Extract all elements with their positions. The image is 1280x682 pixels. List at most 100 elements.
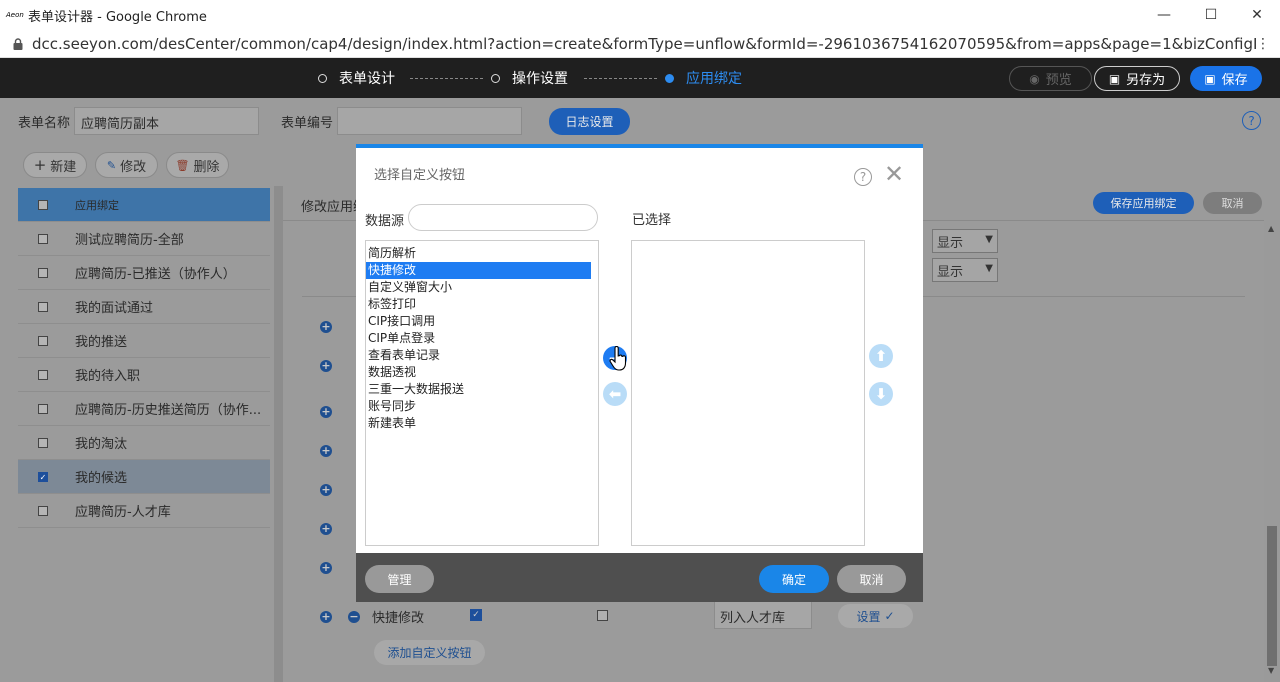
save-as-button[interactable]: ▣ 另存为 <box>1094 66 1180 91</box>
list-item[interactable]: 三重一大数据报送 <box>366 381 591 398</box>
window-title: 表单设计器 - Google Chrome <box>28 9 207 25</box>
edit-button[interactable]: ✎ 修改 <box>95 152 158 178</box>
item-label: 我的候选 <box>75 471 128 486</box>
list-item[interactable]: 标签打印 <box>366 296 591 313</box>
arrow-up-icon: ⬆ <box>874 347 888 365</box>
help-icon[interactable]: ? <box>1242 111 1261 130</box>
list-item[interactable]: 应聘简历-历史推送简历（协作... <box>18 392 270 426</box>
new-button[interactable]: + 新建 <box>23 152 87 178</box>
item-checkbox[interactable] <box>38 369 48 380</box>
step-form-design[interactable]: 表单设计 <box>318 58 395 98</box>
remove-row-icon[interactable]: − <box>348 611 360 623</box>
move-down-button[interactable]: ⬇ <box>869 382 893 406</box>
list-item[interactable]: 查看表单记录 <box>366 347 591 364</box>
row-text-input[interactable]: 列入人才库 <box>714 601 812 629</box>
item-checkbox[interactable] <box>38 437 48 448</box>
cancel-button[interactable]: 取消 <box>837 565 906 593</box>
step-dot-icon <box>665 73 674 83</box>
list-item[interactable]: 账号同步 <box>366 398 591 415</box>
item-label: 我的推送 <box>75 335 128 350</box>
item-checkbox[interactable] <box>38 301 48 312</box>
add-row-icon[interactable]: + <box>320 445 332 457</box>
list-item[interactable]: 我的待入职 <box>18 358 270 392</box>
form-name-input[interactable]: 应聘简历副本 <box>74 107 259 135</box>
maximize-button[interactable]: ☐ <box>1188 0 1234 30</box>
row-checkbox-checked[interactable]: ✓ <box>470 609 482 621</box>
cancel-binding-button[interactable]: 取消 <box>1203 192 1262 214</box>
list-item[interactable]: 应聘简历-人才库 <box>18 494 270 528</box>
list-item[interactable]: 新建表单 <box>366 415 591 432</box>
list-item[interactable]: 自定义弹窗大小 <box>366 279 591 296</box>
row-settings-button[interactable]: 设置 ✓ <box>838 604 913 628</box>
add-row-icon[interactable]: + <box>320 406 332 418</box>
list-item[interactable]: 测试应聘简历-全部 <box>18 222 270 256</box>
scroll-up-icon[interactable]: ▲ <box>1268 224 1274 233</box>
source-list[interactable]: 简历解析 快捷修改 自定义弹窗大小 标签打印 CIP接口调用 CIP单点登录 查… <box>365 240 599 546</box>
item-label: 应聘简历-已推送（协作人） <box>75 267 236 282</box>
add-row-icon[interactable]: + <box>320 360 332 372</box>
add-custom-button[interactable]: 添加自定义按钮 <box>374 640 485 665</box>
display-select-1[interactable]: 显示 ▼ <box>932 229 998 253</box>
list-item[interactable]: 简历解析 <box>366 245 591 262</box>
save-binding-button[interactable]: 保存应用绑定 <box>1093 192 1194 214</box>
chevron-down-icon: ▼ <box>985 263 993 274</box>
list-item[interactable]: CIP单点登录 <box>366 330 591 347</box>
list-item[interactable]: 数据透视 <box>366 364 591 381</box>
page-scrollbar[interactable]: ▲ ▼ <box>1264 220 1280 682</box>
step-divider <box>410 78 483 79</box>
source-label: 数据源 <box>365 214 405 229</box>
select-all-checkbox[interactable] <box>38 199 48 210</box>
list-item[interactable]: CIP接口调用 <box>366 313 591 330</box>
chevron-down-icon: ▼ <box>985 234 993 245</box>
minimize-button[interactable]: — <box>1141 0 1187 30</box>
dialog-footer: 管理 确定 取消 <box>356 553 923 602</box>
item-label: 应聘简历-人才库 <box>75 505 171 520</box>
select-value: 显示 <box>937 235 964 251</box>
address-bar[interactable]: dcc.seeyon.com/desCenter/common/cap4/des… <box>0 30 1280 58</box>
preview-button[interactable]: ◉ 预览 <box>1009 66 1092 91</box>
scroll-down-icon[interactable]: ▼ <box>1268 666 1274 675</box>
list-item[interactable]: 我的面试通过 <box>18 290 270 324</box>
form-code-input[interactable] <box>337 107 522 135</box>
close-window-button[interactable]: ✕ <box>1234 0 1280 30</box>
scroll-thumb[interactable] <box>1267 526 1277 666</box>
display-select-2[interactable]: 显示 ▼ <box>932 258 998 282</box>
more-menu-icon[interactable]: ⋮ <box>1256 36 1270 52</box>
selected-label: 已选择 <box>632 213 672 228</box>
item-checkbox[interactable] <box>38 505 48 516</box>
delete-button[interactable]: 🗑 删除 <box>166 152 229 178</box>
manage-button[interactable]: 管理 <box>365 565 434 593</box>
log-settings-button[interactable]: 日志设置 <box>549 108 630 135</box>
item-checkbox[interactable] <box>38 233 48 244</box>
add-row-icon[interactable]: + <box>320 562 332 574</box>
step-app-binding[interactable]: 应用绑定 <box>665 58 742 98</box>
save-as-icon: ▣ <box>1108 71 1121 86</box>
settings-label: 设置 <box>856 609 881 624</box>
search-input[interactable] <box>408 204 598 231</box>
add-row-icon[interactable]: + <box>320 484 332 496</box>
list-item[interactable]: 我的淘汰 <box>18 426 270 460</box>
item-checkbox[interactable] <box>38 335 48 346</box>
arrow-down-icon: ⬇ <box>874 385 888 403</box>
item-checkbox[interactable] <box>38 267 48 278</box>
list-item[interactable]: 应聘简历-已推送（协作人） <box>18 256 270 290</box>
row-checkbox[interactable] <box>597 610 608 621</box>
move-left-button[interactable]: ⬅ <box>603 382 627 406</box>
confirm-button[interactable]: 确定 <box>759 565 829 593</box>
add-row-icon[interactable]: + <box>320 523 332 535</box>
save-button[interactable]: ▣ 保存 <box>1190 66 1262 91</box>
move-up-button[interactable]: ⬆ <box>869 344 893 368</box>
list-item[interactable]: 我的推送 <box>18 324 270 358</box>
add-row-icon[interactable]: + <box>320 611 332 623</box>
add-row-icon[interactable]: + <box>320 321 332 333</box>
form-name-label: 表单名称 <box>18 116 71 131</box>
url-text[interactable]: dcc.seeyon.com/desCenter/common/cap4/des… <box>32 35 1257 53</box>
selected-list[interactable] <box>631 240 865 546</box>
list-item-selected[interactable]: ✓ 我的候选 <box>18 460 270 494</box>
close-icon[interactable]: ✕ <box>884 162 904 186</box>
help-icon[interactable]: ? <box>854 168 872 186</box>
item-checkbox-checked[interactable]: ✓ <box>38 471 48 482</box>
list-item-highlighted[interactable]: 快捷修改 <box>366 262 591 279</box>
item-checkbox[interactable] <box>38 403 48 414</box>
step-operation-settings[interactable]: 操作设置 <box>491 58 568 98</box>
